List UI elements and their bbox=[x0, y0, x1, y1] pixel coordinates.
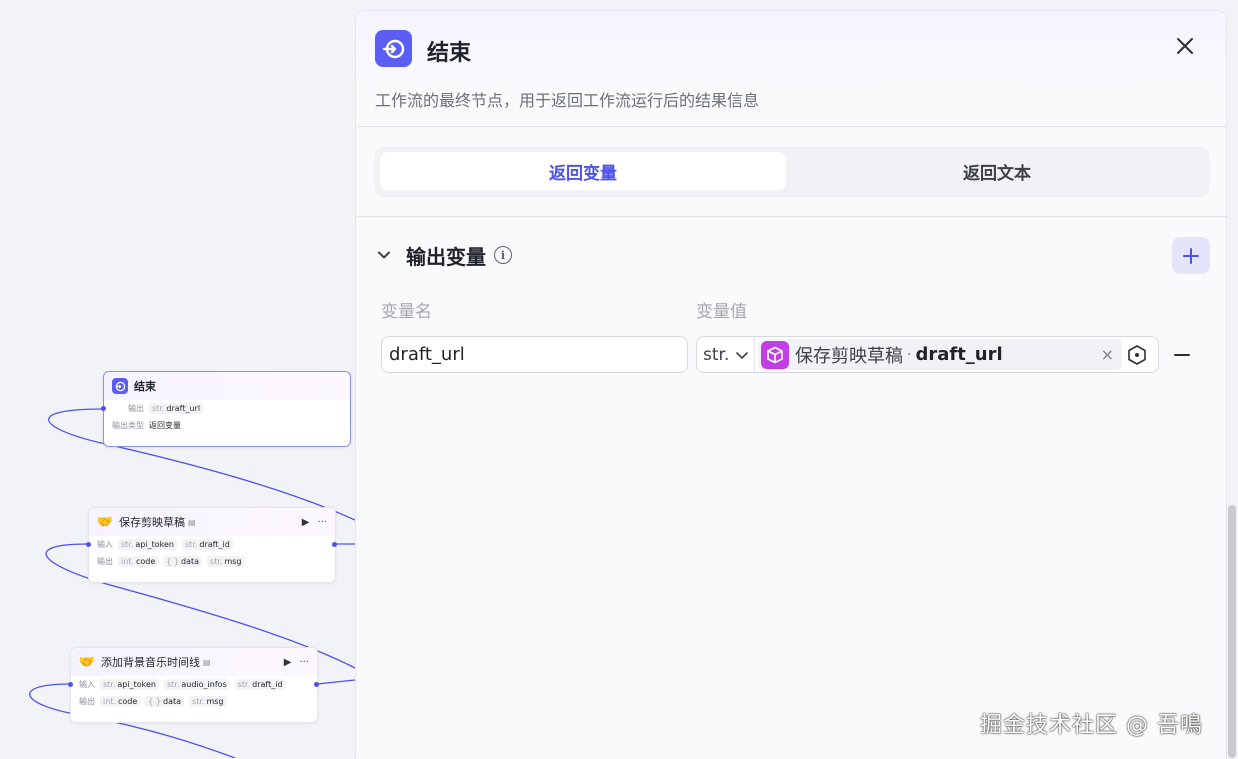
end-node-config-panel: 结束 工作流的最终节点，用于返回工作流运行后的结果信息 返回变量 返回文本 输出… bbox=[355, 10, 1227, 759]
save-node-output-chip: str. msg bbox=[207, 556, 245, 567]
end-node-output-label: 输出 bbox=[128, 404, 144, 413]
chevron-down-icon[interactable] bbox=[376, 247, 392, 263]
panel-title: 结束 bbox=[427, 41, 472, 66]
bgm-node-input-port[interactable] bbox=[68, 682, 73, 687]
variable-name-input[interactable]: draft_url bbox=[381, 336, 688, 373]
variable-value-column-label: 变量值 bbox=[696, 302, 747, 322]
variable-name-column-label: 变量名 bbox=[381, 302, 432, 322]
info-icon[interactable]: i bbox=[494, 246, 512, 264]
bgm-node-output-port[interactable] bbox=[314, 682, 319, 687]
end-node-title: 结束 bbox=[134, 380, 156, 393]
save-node-input-chip: str. draft_id bbox=[181, 539, 233, 550]
reference-node-name: 保存剪映草稿 bbox=[795, 345, 903, 367]
reference-separator: · bbox=[907, 346, 912, 363]
bgm-node-input-label: 输入 bbox=[79, 680, 95, 689]
end-node-icon bbox=[375, 30, 412, 67]
plugin-badge-icon: ▤ bbox=[188, 517, 196, 527]
more-icon[interactable]: ··· bbox=[299, 657, 309, 668]
save-node-output-label: 输出 bbox=[97, 557, 113, 566]
bgm-node-output-chip: str. msg bbox=[189, 696, 227, 707]
plugin-badge-icon: ▤ bbox=[203, 657, 211, 667]
handshake-icon: 🤝 bbox=[78, 654, 96, 670]
panel-header: 结束 工作流的最终节点，用于返回工作流运行后的结果信息 bbox=[356, 11, 1226, 127]
remove-variable-button[interactable] bbox=[1171, 344, 1193, 366]
save-node-output-chip: int. code bbox=[118, 556, 159, 567]
bgm-node-input-chip: str. draft_id bbox=[234, 679, 286, 690]
save-node-input-chip: str. api_token bbox=[118, 539, 177, 550]
bgm-node-input-chip: str. api_token bbox=[100, 679, 159, 690]
variable-type-select[interactable]: str. bbox=[697, 337, 755, 372]
more-icon[interactable]: ··· bbox=[317, 517, 327, 528]
tab-return-text[interactable]: 返回文本 bbox=[794, 152, 1200, 190]
bgm-node-title: 添加背景音乐时间线 bbox=[101, 656, 200, 669]
save-draft-node-title: 保存剪映草稿 bbox=[119, 516, 185, 529]
clear-reference-icon[interactable]: × bbox=[1101, 345, 1114, 364]
scrollbar[interactable] bbox=[1228, 505, 1236, 758]
handshake-icon: 🤝 bbox=[96, 514, 114, 530]
variable-picker-icon[interactable] bbox=[1122, 337, 1152, 372]
divider bbox=[356, 216, 1226, 217]
save-draft-node[interactable]: 🤝 保存剪映草稿 ▤ ▶ ··· 输入 str. api_token str. dr… bbox=[88, 507, 336, 583]
output-variables-header: 输出变量 i bbox=[376, 237, 1210, 273]
run-icon[interactable]: ▶ bbox=[284, 657, 292, 668]
tab-return-variable[interactable]: 返回变量 bbox=[380, 152, 786, 190]
save-node-input-port[interactable] bbox=[86, 542, 91, 547]
panel-description: 工作流的最终节点，用于返回工作流运行后的结果信息 bbox=[375, 91, 760, 110]
save-node-input-label: 输入 bbox=[97, 540, 113, 549]
end-node-input-port[interactable] bbox=[101, 406, 106, 411]
bgm-node-output-chip: { } data bbox=[145, 696, 185, 707]
save-node-output-chip: { } data bbox=[163, 556, 203, 567]
watermark: 掘金技术社区 @ 吾鳴 bbox=[980, 713, 1203, 738]
return-mode-tabs: 返回变量 返回文本 bbox=[374, 147, 1210, 197]
end-node-icon bbox=[112, 378, 128, 394]
save-node-output-port[interactable] bbox=[332, 542, 337, 547]
reference-variable-name: draft_url bbox=[915, 344, 1003, 365]
variable-reference-tag[interactable]: 保存剪映草稿 · draft_url × bbox=[758, 339, 1122, 370]
variable-value-field: str. 保存剪映草稿 · draft_url × bbox=[696, 336, 1159, 373]
close-icon[interactable] bbox=[1172, 33, 1198, 59]
end-node-type-value: 返回变量 bbox=[149, 421, 181, 430]
run-icon[interactable]: ▶ bbox=[302, 517, 310, 528]
end-node-output-chip: str. draft_url bbox=[149, 403, 204, 414]
add-variable-button[interactable] bbox=[1172, 237, 1210, 274]
variable-type-value: str. bbox=[703, 344, 730, 365]
cube-icon bbox=[761, 340, 789, 369]
bgm-node-input-chip: str. audio_infos bbox=[163, 679, 230, 690]
bgm-node-output-label: 输出 bbox=[79, 697, 95, 706]
chevron-down-icon bbox=[736, 351, 749, 359]
section-title: 输出变量 bbox=[406, 244, 486, 269]
end-node[interactable]: 结束 输出 str. draft_url 输出类型 返回变量 bbox=[103, 371, 351, 447]
end-node-type-label: 输出类型 bbox=[112, 421, 144, 430]
bgm-node-output-chip: int. code bbox=[100, 696, 141, 707]
bgm-timeline-node[interactable]: 🤝 添加背景音乐时间线 ▤ ▶ ··· 输入 str. api_token str… bbox=[70, 647, 318, 723]
